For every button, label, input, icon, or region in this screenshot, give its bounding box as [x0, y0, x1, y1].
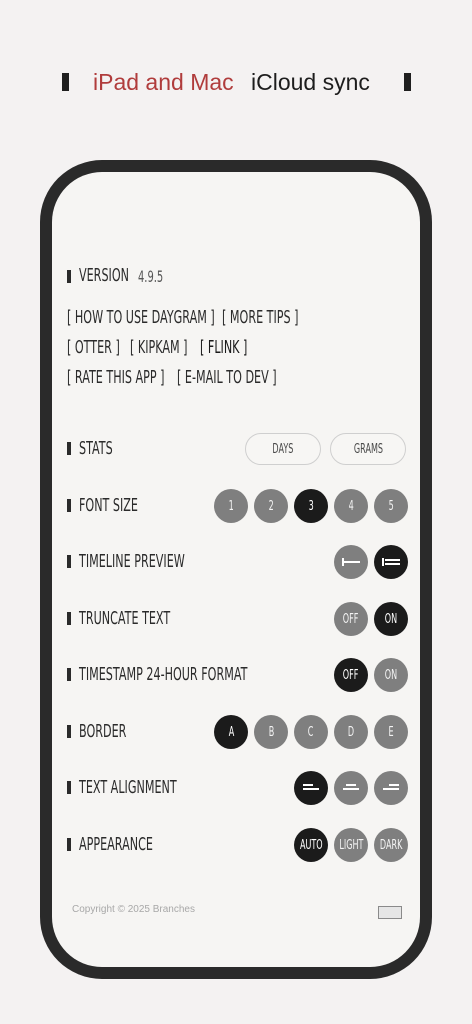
text-alignment-label: Text alignment	[79, 777, 177, 798]
timeline-preview-row: Timeline preview	[52, 544, 420, 580]
truncate-off-label: Off	[343, 611, 359, 627]
truncate-text-bullet	[67, 612, 71, 625]
appearance-auto-button[interactable]: Auto	[294, 828, 328, 862]
more-tips-link[interactable]: [ More tips ]	[222, 306, 298, 330]
appearance-bullet	[67, 838, 71, 851]
stats-days-label: Days	[272, 441, 294, 457]
appearance-auto-label: Auto	[299, 837, 323, 853]
app-screen: Version 4.9.5 [ How to use Daygram ] [ M…	[52, 172, 420, 967]
header-right-bar	[404, 73, 411, 91]
font-size-4-button[interactable]: 4	[334, 489, 368, 523]
border-c-button[interactable]: C	[294, 715, 328, 749]
border-c-label: C	[308, 724, 314, 740]
border-d-label: D	[347, 724, 355, 740]
font-size-2-button[interactable]: 2	[254, 489, 288, 523]
version-number: 4.9.5	[138, 267, 164, 286]
truncate-on-button[interactable]: On	[374, 602, 408, 636]
timeline-multi-line-icon	[382, 558, 400, 566]
truncate-off-button[interactable]: Off	[334, 602, 368, 636]
timeline-single-line-button[interactable]	[334, 545, 368, 579]
how-to-use-link[interactable]: [ How to use Daygram ]	[67, 306, 215, 330]
font-size-3-button[interactable]: 3	[294, 489, 328, 523]
timestamp-24h-row: Timestamp 24-hour format Off On	[52, 657, 420, 693]
flink-link[interactable]: [ Flink ]	[200, 336, 247, 360]
version-bullet	[67, 270, 71, 283]
timestamp-24h-bullet	[67, 668, 71, 681]
appearance-row: Appearance Auto Light Dark	[52, 827, 420, 863]
border-bullet	[67, 725, 71, 738]
version-label: Version	[79, 265, 129, 286]
appearance-label: Appearance	[79, 834, 153, 855]
timeline-preview-label: Timeline preview	[79, 551, 185, 572]
align-left-button[interactable]	[294, 771, 328, 805]
font-size-4-label: 4	[348, 498, 354, 514]
font-size-bullet	[67, 499, 71, 512]
align-left-icon	[303, 784, 319, 790]
appearance-light-label: Light	[338, 837, 364, 853]
stats-label: Stats	[79, 438, 113, 459]
timestamp-off-label: Off	[343, 667, 359, 683]
font-size-2-label: 2	[268, 498, 274, 514]
header-ipad-mac-text: iPad and Mac	[93, 69, 234, 95]
border-d-button[interactable]: D	[334, 715, 368, 749]
promo-header: iPad and Mac iCloud sync	[0, 62, 472, 104]
align-center-icon	[343, 784, 359, 790]
truncate-on-label: On	[384, 611, 398, 627]
align-right-icon	[383, 784, 399, 790]
rate-app-link[interactable]: [ Rate this app ]	[67, 366, 165, 390]
appearance-dark-label: Dark	[379, 837, 403, 853]
font-size-5-button[interactable]: 5	[374, 489, 408, 523]
font-size-5-label: 5	[388, 498, 394, 514]
kipkam-link[interactable]: [ KipKam ]	[130, 336, 188, 360]
header-icloud-sync-text: iCloud sync	[251, 69, 370, 95]
font-size-label: Font size	[79, 495, 138, 516]
stats-days-button[interactable]: Days	[245, 433, 321, 465]
border-a-label: A	[228, 724, 234, 740]
stats-grams-button[interactable]: Grams	[330, 433, 406, 465]
device-mini-icon[interactable]	[378, 906, 402, 919]
text-alignment-row: Text alignment	[52, 770, 420, 806]
border-a-button[interactable]: A	[214, 715, 248, 749]
border-b-button[interactable]: B	[254, 715, 288, 749]
font-size-1-label: 1	[228, 498, 234, 514]
border-row: Border A B C D E	[52, 714, 420, 750]
timestamp-on-button[interactable]: On	[374, 658, 408, 692]
copyright-text: Copyright © 2025 Branches	[72, 904, 195, 915]
timeline-multi-line-button[interactable]	[374, 545, 408, 579]
timeline-preview-bullet	[67, 555, 71, 568]
stats-row: Stats Days Grams	[52, 431, 420, 467]
appearance-light-button[interactable]: Light	[334, 828, 368, 862]
font-size-3-label: 3	[308, 498, 314, 514]
align-right-button[interactable]	[374, 771, 408, 805]
border-e-button[interactable]: E	[374, 715, 408, 749]
timestamp-on-label: On	[384, 667, 398, 683]
timestamp-24h-label: Timestamp 24-hour format	[79, 664, 248, 685]
font-size-1-button[interactable]: 1	[214, 489, 248, 523]
border-label: Border	[79, 721, 127, 742]
stats-bullet	[67, 442, 71, 455]
stats-grams-label: Grams	[353, 441, 383, 457]
border-b-label: B	[268, 724, 274, 740]
truncate-text-label: Truncate text	[79, 608, 171, 629]
timestamp-off-button[interactable]: Off	[334, 658, 368, 692]
align-center-button[interactable]	[334, 771, 368, 805]
text-alignment-bullet	[67, 781, 71, 794]
truncate-text-row: Truncate text Off On	[52, 601, 420, 637]
device-frame: Version 4.9.5 [ How to use Daygram ] [ M…	[40, 160, 432, 979]
email-dev-link[interactable]: [ E-mail to dev ]	[177, 366, 277, 390]
border-e-label: E	[388, 724, 394, 740]
appearance-dark-button[interactable]: Dark	[374, 828, 408, 862]
otter-link[interactable]: [ Otter ]	[67, 336, 120, 360]
timeline-single-line-icon	[342, 558, 360, 566]
font-size-row: Font size 1 2 3 4 5	[52, 488, 420, 524]
header-left-bar	[62, 73, 69, 91]
